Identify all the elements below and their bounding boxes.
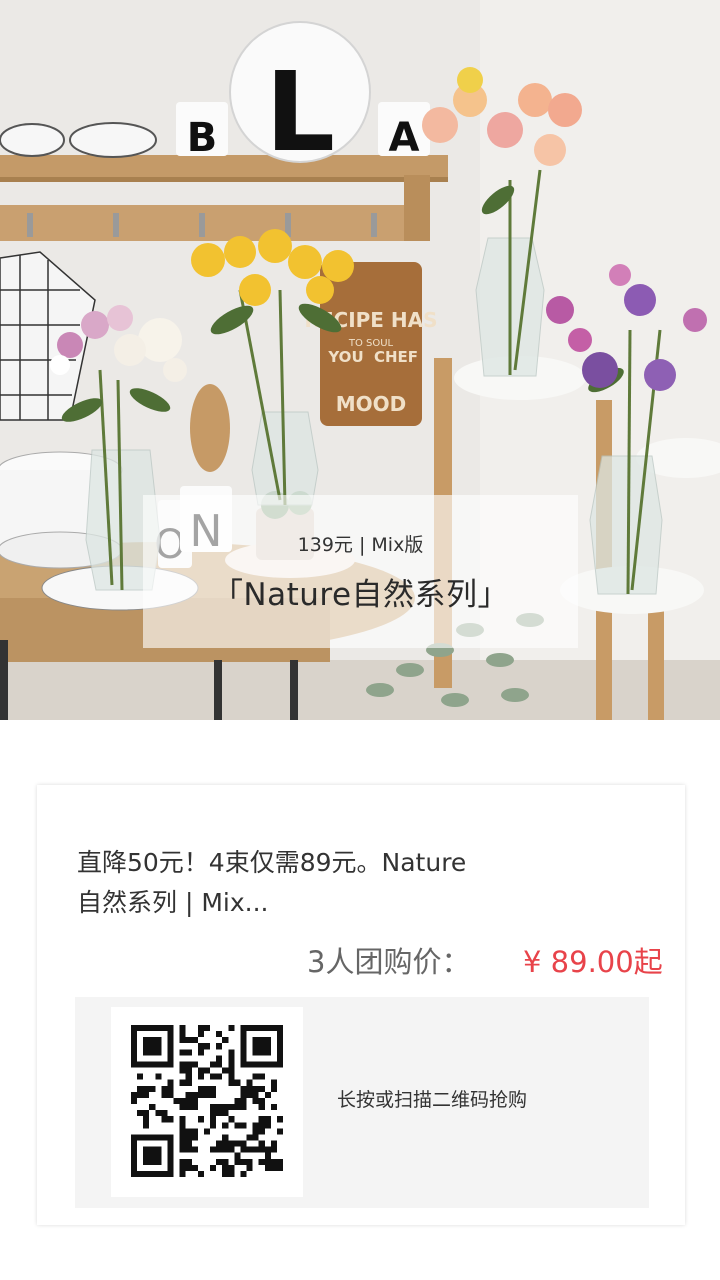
plate-letter-l: L [265,48,335,176]
overlay-series-title: 「Nature自然系列」 [211,576,510,613]
product-title-line1: 直降50元！4束仅需89元。Nature [77,848,467,877]
product-title[interactable]: 直降50元！4束仅需89元。Nature 自然系列 | Mix... [77,843,507,923]
board-text-line5: MOOD [336,392,407,416]
board-text-line4: CHEF [374,348,418,366]
qr-code-icon [131,1025,283,1177]
overlay-price-line: 139元 | Mix版 [297,533,424,556]
hero-image: B A L RECIPE HAS TO SOUL YOU CHEF MOOD 1… [0,0,720,720]
shelf-letter-b: B [187,115,218,161]
qr-code[interactable] [111,1007,303,1197]
qr-panel: 长按或扫描二维码抢购 [75,997,649,1208]
product-title-line2: 自然系列 | Mix... [77,888,269,917]
board-text-line3: YOU [327,348,363,366]
shelf-letter-a: A [389,115,420,161]
qr-hint-text: 长按或扫描二维码抢购 [337,1089,528,1111]
group-buy-price: ¥ 89.00起 [523,945,663,979]
series-overlay: 139元 | Mix版 「Nature自然系列」 [143,495,578,648]
group-buy-label: 3人团购价： [307,945,471,979]
product-card[interactable]: 直降50元！4束仅需89元。Nature 自然系列 | Mix... 3人团购价… [37,785,685,1225]
